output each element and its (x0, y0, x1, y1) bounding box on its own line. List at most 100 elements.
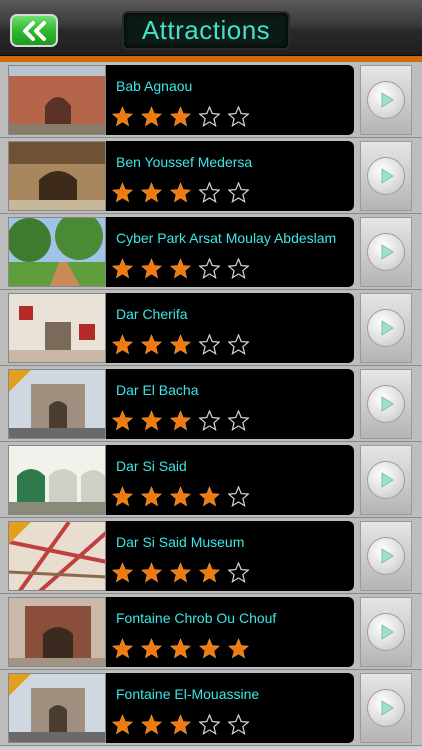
back-button[interactable] (10, 14, 58, 47)
star-filled-icon (199, 486, 220, 507)
star-filled-icon (170, 714, 191, 735)
item-panel[interactable]: Ben Youssef Medersa (106, 141, 354, 211)
play-icon (367, 537, 405, 575)
open-item-button[interactable] (360, 369, 412, 439)
open-item-button[interactable] (360, 217, 412, 287)
thumbnail-image (8, 369, 106, 439)
star-filled-icon (112, 334, 133, 355)
open-item-button[interactable] (360, 293, 412, 363)
star-filled-icon (112, 714, 133, 735)
star-filled-icon (170, 258, 191, 279)
list-item[interactable]: Fontaine El-Mouassine (0, 670, 422, 746)
item-panel[interactable]: Dar Cherifa (106, 293, 354, 363)
star-empty-icon (228, 486, 249, 507)
thumbnail-image (8, 445, 106, 515)
play-icon (367, 689, 405, 727)
rating-stars (112, 714, 249, 735)
star-filled-icon (170, 334, 191, 355)
item-name: Dar Cherifa (116, 306, 188, 322)
rating-stars (112, 410, 249, 431)
item-name: Fontaine Chrob Ou Chouf (116, 610, 277, 626)
star-filled-icon (141, 562, 162, 583)
page-title: Attractions (141, 15, 271, 45)
star-filled-icon (228, 638, 249, 659)
item-name: Fontaine El-Mouassine (116, 686, 260, 702)
star-filled-icon (170, 562, 191, 583)
open-item-button[interactable] (360, 521, 412, 591)
star-empty-icon (228, 562, 249, 583)
star-filled-icon (112, 638, 133, 659)
list-item[interactable]: Cyber Park Arsat Moulay Abdeslam (0, 214, 422, 290)
play-icon (367, 233, 405, 271)
star-empty-icon (199, 334, 220, 355)
rating-stars (112, 334, 249, 355)
star-empty-icon (228, 258, 249, 279)
star-filled-icon (141, 106, 162, 127)
play-icon (367, 385, 405, 423)
star-filled-icon (170, 638, 191, 659)
rating-stars (112, 638, 249, 659)
star-filled-icon (141, 410, 162, 431)
item-name: Ben Youssef Medersa (116, 154, 253, 170)
thumbnail-image (8, 141, 106, 211)
play-icon (367, 461, 405, 499)
item-panel[interactable]: Cyber Park Arsat Moulay Abdeslam (106, 217, 354, 287)
star-filled-icon (112, 182, 133, 203)
list-item[interactable]: Dar Cherifa (0, 290, 422, 366)
play-icon (367, 81, 405, 119)
item-panel[interactable]: Bab Agnaou (106, 65, 354, 135)
star-filled-icon (112, 562, 133, 583)
open-item-button[interactable] (360, 445, 412, 515)
rating-stars (112, 106, 249, 127)
rating-stars (112, 486, 249, 507)
star-filled-icon (170, 486, 191, 507)
play-icon (367, 613, 405, 651)
star-empty-icon (199, 106, 220, 127)
star-filled-icon (141, 714, 162, 735)
thumbnail-image (8, 217, 106, 287)
star-filled-icon (141, 486, 162, 507)
star-filled-icon (170, 106, 191, 127)
open-item-button[interactable] (360, 597, 412, 667)
star-empty-icon (199, 258, 220, 279)
list-item[interactable]: Dar Si Said Museum (0, 518, 422, 594)
list-item[interactable]: Fontaine Chrob Ou Chouf (0, 594, 422, 670)
open-item-button[interactable] (360, 65, 412, 135)
star-filled-icon (199, 638, 220, 659)
item-panel[interactable]: Dar Si Said (106, 445, 354, 515)
thumbnail-image (8, 597, 106, 667)
star-empty-icon (228, 182, 249, 203)
item-panel[interactable]: Fontaine Chrob Ou Chouf (106, 597, 354, 667)
star-empty-icon (228, 410, 249, 431)
item-panel[interactable]: Dar El Bacha (106, 369, 354, 439)
star-filled-icon (141, 638, 162, 659)
star-filled-icon (112, 106, 133, 127)
rating-stars (112, 182, 249, 203)
star-empty-icon (199, 182, 220, 203)
rating-stars (112, 562, 249, 583)
attractions-list[interactable]: Bab Agnaou Ben Youssef Medersa Cyber Par… (0, 62, 422, 750)
item-name: Dar Si Said (116, 458, 187, 474)
open-item-button[interactable] (360, 673, 412, 743)
star-filled-icon (141, 258, 162, 279)
star-empty-icon (228, 106, 249, 127)
list-item[interactable]: Ben Youssef Medersa (0, 138, 422, 214)
list-item[interactable]: Dar El Bacha (0, 366, 422, 442)
item-name: Dar El Bacha (116, 382, 199, 398)
star-filled-icon (170, 410, 191, 431)
star-filled-icon (141, 182, 162, 203)
star-filled-icon (170, 182, 191, 203)
item-panel[interactable]: Dar Si Said Museum (106, 521, 354, 591)
star-filled-icon (141, 334, 162, 355)
item-name: Cyber Park Arsat Moulay Abdeslam (116, 230, 337, 246)
item-panel[interactable]: Fontaine El-Mouassine (106, 673, 354, 743)
thumbnail-image (8, 293, 106, 363)
rating-stars (112, 258, 249, 279)
list-item[interactable]: Dar Si Said (0, 442, 422, 518)
open-item-button[interactable] (360, 141, 412, 211)
star-filled-icon (199, 562, 220, 583)
list-item[interactable]: Bab Agnaou (0, 62, 422, 138)
play-icon (367, 157, 405, 195)
thumbnail-image (8, 673, 106, 743)
double-chevron-left-icon (23, 20, 46, 41)
